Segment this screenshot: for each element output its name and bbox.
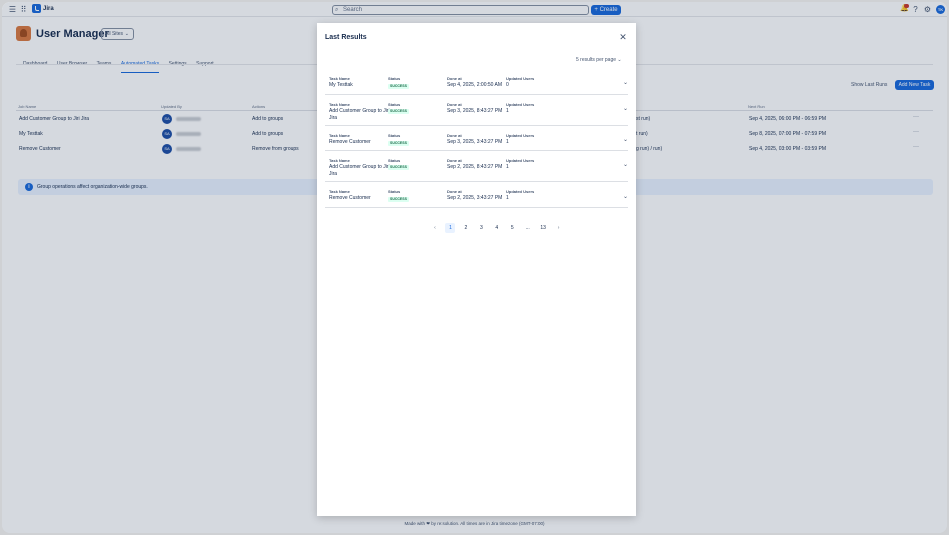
done-at-label: Done at	[447, 102, 462, 107]
status-badge: SUCCESS	[388, 84, 409, 89]
status-label: Status	[388, 76, 401, 81]
app-window: ☰ ⠿ Jira ⌕ Search + Create 🔔 ? ⚙ TK User…	[2, 2, 947, 533]
results-per-page-value: 5 results per page	[576, 57, 617, 63]
chevron-down-icon[interactable]: ⌄	[623, 105, 628, 112]
task-name-cont: Jira	[329, 115, 338, 121]
task-name: Remove Customer	[329, 195, 371, 201]
updated-users-label: Updated Users	[506, 189, 535, 194]
task-name-label: Task Name	[329, 158, 350, 163]
done-at: Sep 3, 2025, 8:43:27 PM	[447, 108, 503, 114]
status-badge: SUCCESS	[388, 141, 409, 146]
pagination: ‹ 1 2 3 4 5 ... 13 ›	[430, 216, 565, 233]
status-badge: SUCCESS	[388, 165, 409, 170]
done-at: Sep 2, 2025, 3:43:27 PM	[447, 195, 503, 201]
status-label: Status	[388, 102, 401, 107]
task-name-cont: Jira	[329, 171, 338, 177]
updated-users: 0	[506, 82, 509, 88]
page-button[interactable]: 3	[476, 223, 486, 233]
chevron-left-icon[interactable]: ‹	[430, 223, 440, 233]
chevron-right-icon[interactable]: ›	[554, 223, 564, 233]
updated-users-label: Updated Users	[506, 133, 535, 138]
task-name-label: Task Name	[329, 76, 350, 81]
chevron-down-icon[interactable]: ⌄	[623, 193, 628, 200]
task-name: Add Customer Group to Jiri	[329, 164, 390, 170]
status-badge: SUCCESS	[388, 109, 409, 114]
updated-users-label: Updated Users	[506, 102, 535, 107]
page-button[interactable]: 5	[507, 223, 517, 233]
task-name: Add Customer Group to Jiri	[329, 108, 390, 114]
close-icon[interactable]: ✕	[617, 31, 629, 43]
updated-users: 1	[506, 108, 509, 114]
chevron-down-icon[interactable]: ⌄	[623, 136, 628, 143]
done-at-label: Done at	[447, 189, 462, 194]
result-row: Task Name Add Customer Group to Jiri Jir…	[325, 155, 628, 182]
done-at-label: Done at	[447, 158, 462, 163]
updated-users: 1	[506, 164, 509, 170]
updated-users-label: Updated Users	[506, 158, 535, 163]
done-at-label: Done at	[447, 133, 462, 138]
task-name-label: Task Name	[329, 189, 350, 194]
page-button[interactable]: 2	[461, 223, 471, 233]
chevron-down-icon[interactable]: ⌄	[623, 79, 628, 86]
status-label: Status	[388, 189, 401, 194]
task-name: My Testtak	[329, 82, 353, 88]
result-row: Task Name My Testtak Status SUCCESS Done…	[325, 73, 628, 95]
last-results-modal: Last Results ✕ 5 results per page ⌄ Task…	[317, 23, 636, 516]
done-at: Sep 3, 2025, 3:43:27 PM	[447, 139, 503, 145]
result-row: Task Name Remove Customer Status SUCCESS…	[325, 186, 628, 208]
task-name-label: Task Name	[329, 133, 350, 138]
updated-users: 1	[506, 139, 509, 145]
page-button[interactable]: 13	[538, 223, 548, 233]
page-button[interactable]: 1	[445, 223, 456, 233]
result-row: Task Name Add Customer Group to Jiri Jir…	[325, 99, 628, 126]
chevron-down-icon: ⌄	[617, 57, 622, 63]
chevron-down-icon[interactable]: ⌄	[623, 161, 628, 168]
page-button[interactable]: 4	[492, 223, 502, 233]
status-label: Status	[388, 158, 401, 163]
modal-title: Last Results	[325, 34, 367, 41]
task-name: Remove Customer	[329, 139, 371, 145]
updated-users-label: Updated Users	[506, 76, 535, 81]
status-label: Status	[388, 133, 401, 138]
results-per-page-select[interactable]: 5 results per page ⌄	[576, 57, 622, 63]
result-row: Task Name Remove Customer Status SUCCESS…	[325, 130, 628, 151]
status-badge: SUCCESS	[388, 197, 409, 202]
page-ellipsis: ...	[525, 225, 530, 231]
done-at: Sep 4, 2025, 2:00:50 AM	[447, 82, 503, 88]
done-at: Sep 2, 2025, 8:43:27 PM	[447, 164, 503, 170]
updated-users: 1	[506, 195, 509, 201]
task-name-label: Task Name	[329, 102, 350, 107]
done-at-label: Done at	[447, 76, 462, 81]
